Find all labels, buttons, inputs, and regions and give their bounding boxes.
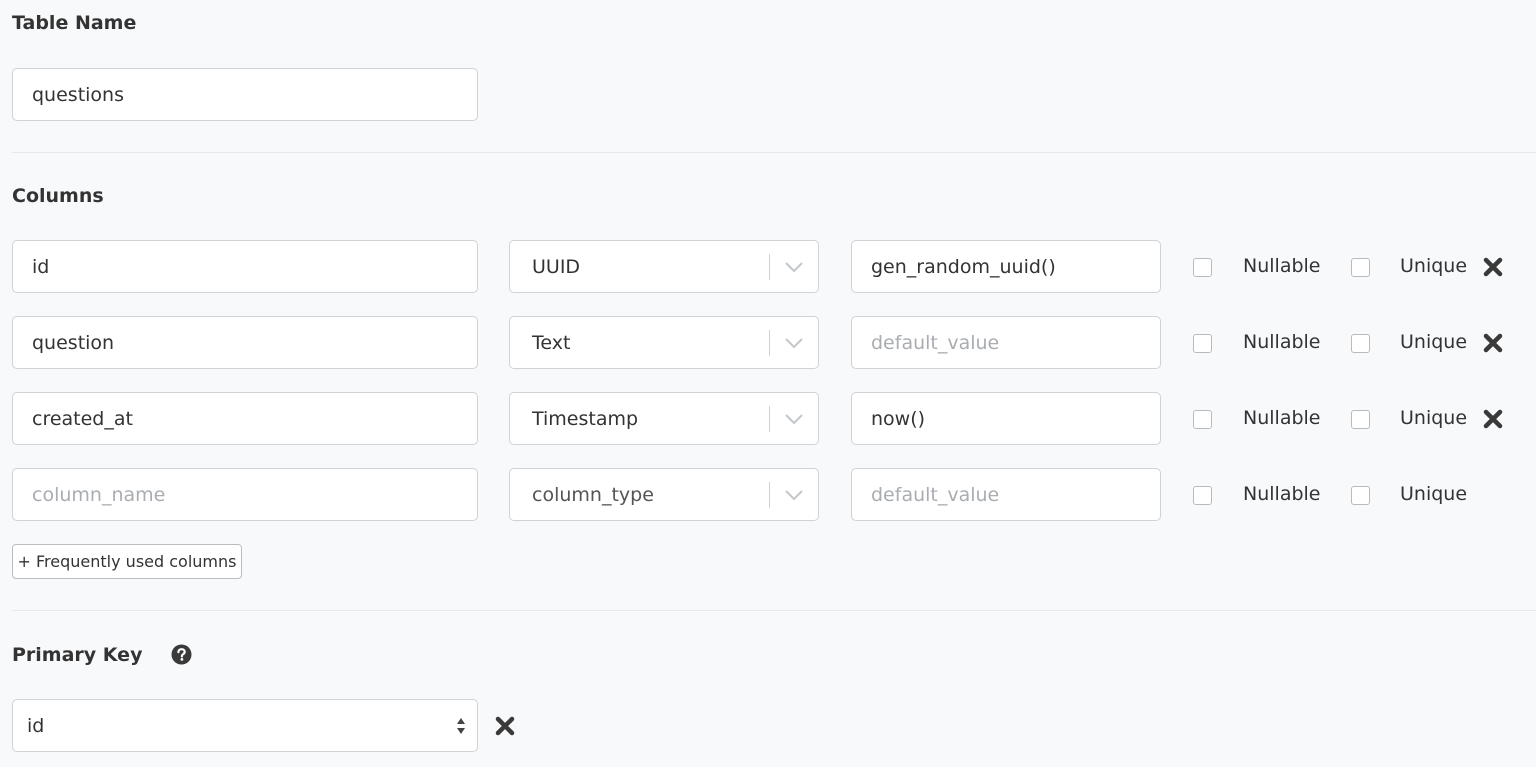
nullable-checkbox[interactable] (1193, 486, 1212, 505)
divider (12, 610, 1536, 611)
table-name-input[interactable] (12, 68, 478, 121)
frequently-used-columns-button[interactable]: + Frequently used columns (12, 544, 242, 579)
column-type-value: Timestamp (532, 407, 639, 430)
column-type-select[interactable]: Text (509, 316, 819, 369)
remove-column-close-icon[interactable] (1482, 332, 1504, 354)
columns-heading: Columns (12, 185, 104, 207)
table-name-heading: Table Name (12, 12, 137, 34)
column-default-input[interactable] (851, 316, 1161, 369)
up-down-arrows-icon (451, 716, 471, 736)
unique-checkbox[interactable] (1351, 258, 1370, 277)
column-type-select[interactable]: UUID (509, 240, 819, 293)
nullable-label: Nullable (1243, 407, 1321, 429)
column-default-input[interactable] (851, 240, 1161, 293)
nullable-label: Nullable (1243, 255, 1321, 277)
unique-label: Unique (1400, 255, 1468, 277)
chevron-down-icon (784, 393, 818, 444)
select-separator (769, 253, 770, 280)
remove-column-close-icon[interactable] (1482, 256, 1504, 278)
column-type-value: UUID (532, 255, 581, 278)
question-circle-icon[interactable] (171, 644, 192, 665)
column-default-input[interactable] (851, 392, 1161, 445)
column-type-value: Text (532, 331, 571, 354)
primary-key-heading: Primary Key (12, 644, 143, 666)
chevron-down-icon (784, 317, 818, 368)
divider (12, 152, 1536, 153)
nullable-checkbox[interactable] (1193, 334, 1212, 353)
unique-label: Unique (1400, 331, 1468, 353)
column-name-input[interactable] (12, 316, 478, 369)
modify-table-page: Table Name Columns UUID Nullable Unique … (0, 0, 1536, 767)
column-type-select[interactable]: Timestamp (509, 392, 819, 445)
unique-checkbox[interactable] (1351, 334, 1370, 353)
column-type-placeholder: column_type (532, 483, 654, 506)
nullable-checkbox[interactable] (1193, 410, 1212, 429)
nullable-label: Nullable (1243, 331, 1321, 353)
unique-label: Unique (1400, 407, 1468, 429)
new-column-default-input[interactable] (851, 468, 1161, 521)
column-name-input[interactable] (12, 240, 478, 293)
unique-checkbox[interactable] (1351, 486, 1370, 505)
nullable-label: Nullable (1243, 483, 1321, 505)
chevron-down-icon (784, 469, 818, 520)
column-name-input[interactable] (12, 392, 478, 445)
primary-key-value: id (27, 714, 45, 737)
primary-key-select[interactable]: id (12, 699, 478, 752)
nullable-checkbox[interactable] (1193, 258, 1212, 277)
select-separator (769, 329, 770, 356)
select-separator (769, 405, 770, 432)
unique-label: Unique (1400, 483, 1468, 505)
chevron-down-icon (784, 241, 818, 292)
remove-primary-key-close-icon[interactable] (494, 715, 516, 737)
new-column-name-input[interactable] (12, 468, 478, 521)
remove-column-close-icon[interactable] (1482, 408, 1504, 430)
select-separator (769, 481, 770, 508)
new-column-type-select[interactable]: column_type (509, 468, 819, 521)
unique-checkbox[interactable] (1351, 410, 1370, 429)
